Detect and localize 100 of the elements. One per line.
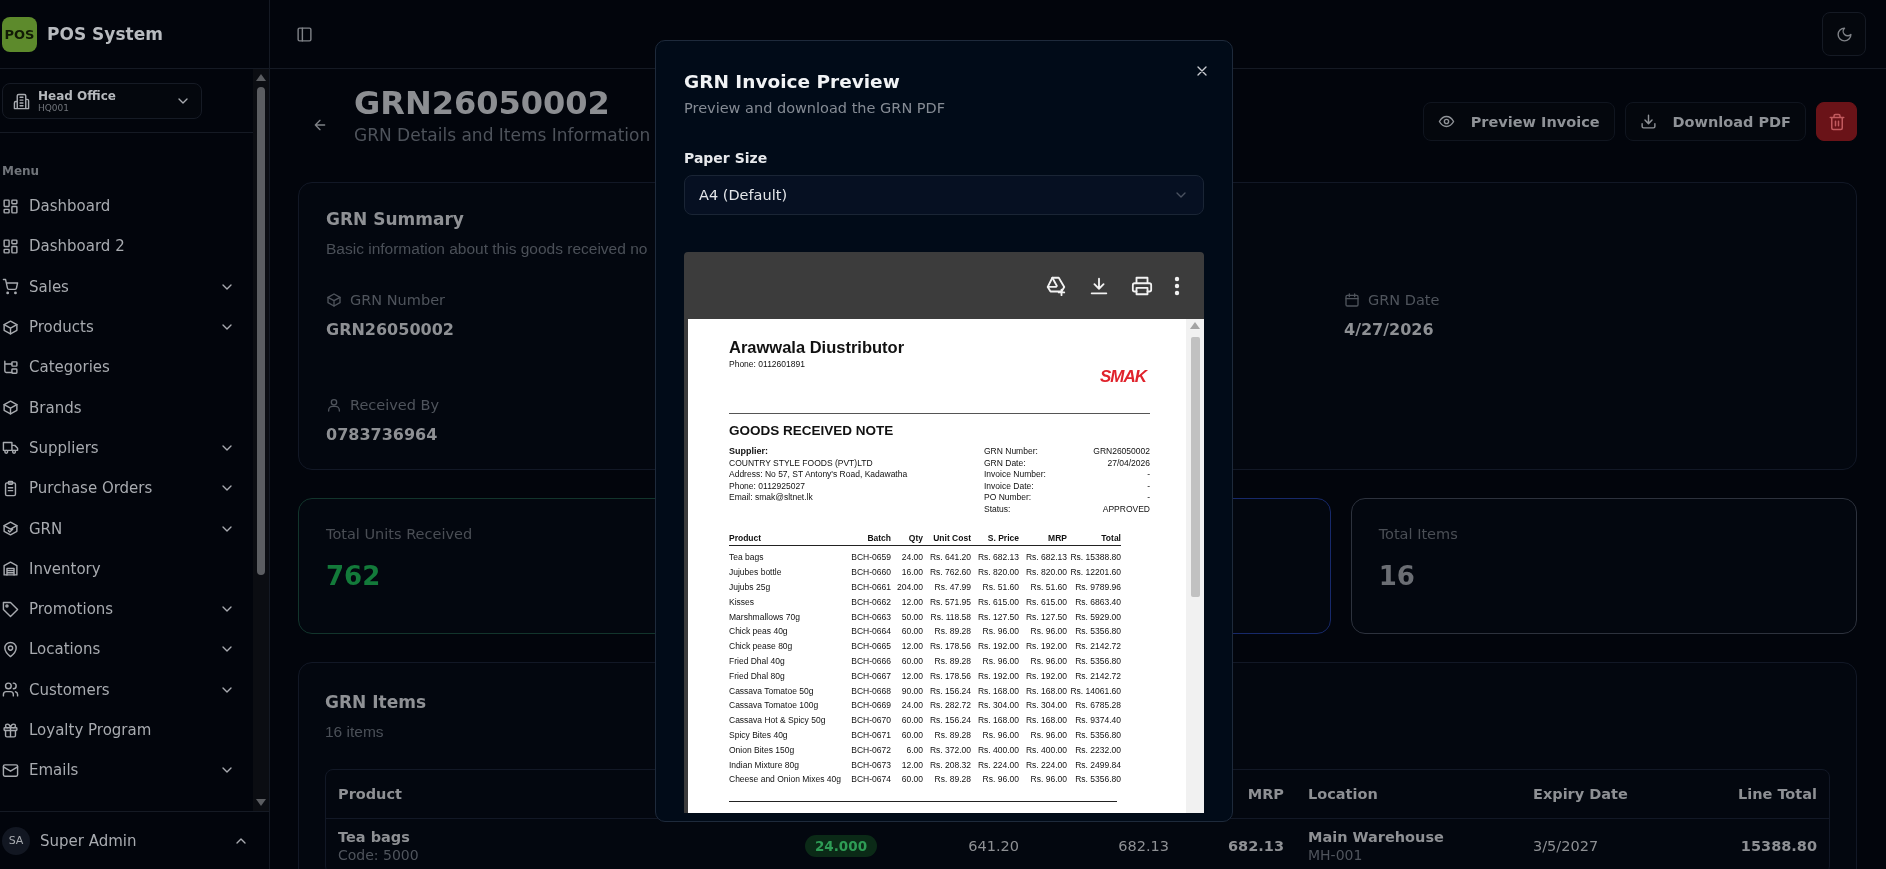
user-name[interactable]: Super Admin [40, 831, 223, 850]
more-menu-button[interactable] [1174, 275, 1180, 296]
pdf-table-cell-text: Fried Dhal 40g [729, 655, 786, 666]
branch-selector[interactable]: Head Office HQ001 [2, 83, 202, 119]
detail-label: Invoice Date: [984, 480, 1034, 492]
pdf-table-cell-text: Rs. 96.00 [981, 626, 1019, 637]
arrow-left-icon [312, 117, 328, 133]
pdf-table-cell-text: Rs. 820.00 [1024, 567, 1067, 578]
box-check-icon [2, 520, 19, 537]
pdf-table-cell-text: Rs. 5356.80 [1074, 774, 1121, 785]
pdf-table-cell-text: Rs. 96.00 [981, 655, 1019, 666]
delete-button[interactable] [1816, 102, 1857, 141]
more-vertical-icon [1174, 275, 1180, 296]
preview-invoice-button[interactable]: Preview Invoice [1422, 102, 1615, 141]
pdf-table-cell-text: Rs. 682.13 [1024, 552, 1067, 563]
scroll-down-icon[interactable] [256, 799, 266, 807]
supplier-label: Supplier: [729, 446, 768, 458]
product-name: Tea bags [338, 829, 411, 845]
pdf-table-cell-text: Rs. 96.00 [1029, 626, 1067, 637]
table-cell: 682.13 [1228, 838, 1284, 854]
pdf-table-cell-text: BCH-0670 [850, 715, 891, 726]
pdf-table-cell-text: Rs. 118.58 [929, 611, 971, 622]
pdf-table-cell-text: Rs. 400.00 [1024, 744, 1067, 755]
pdf-table-cell-text: 60.00 [900, 655, 923, 666]
pdf-table-cell-text: BCH-0674 [850, 774, 891, 785]
pdf-table-cell-text: 60.00 [900, 715, 923, 726]
card-subtitle: 16 items [325, 723, 384, 741]
drive-add-button[interactable] [1045, 274, 1067, 297]
sidebar-item[interactable]: Locations [0, 629, 253, 670]
detail-label: GRN Date: [984, 457, 1026, 469]
scroll-up-icon[interactable] [256, 73, 266, 81]
pdf-column-header: MRP [1047, 533, 1067, 543]
pdf-column-header: Unit Cost [932, 533, 971, 543]
back-button[interactable] [312, 117, 328, 133]
paper-size-select[interactable]: A4 (Default) [684, 175, 1204, 215]
sidebar-item[interactable]: Purchase Orders [0, 468, 253, 509]
theme-toggle-button[interactable] [1822, 12, 1866, 56]
menu-heading: Menu [1, 163, 41, 180]
supplier-detail: Email: smak@sltnet.lk [729, 492, 813, 504]
printer-icon [1131, 274, 1153, 297]
stat-value: 16 [1378, 561, 1415, 591]
sidebar-toggle-button[interactable] [296, 25, 313, 43]
eye-icon [1437, 113, 1455, 130]
pdf-table-cell-text: Tea bags [729, 552, 765, 563]
sidebar-item[interactable]: Loyalty Program [0, 709, 253, 751]
brand-logo: SMAK [1099, 367, 1146, 387]
sidebar-item[interactable]: Emails [0, 750, 253, 791]
print-button[interactable] [1131, 274, 1153, 297]
detail-label: PO Number: [984, 492, 1032, 504]
pdf-table-cell-text: BCH-0667 [850, 670, 891, 681]
detail-value: GRN26050002 [1093, 446, 1150, 458]
sidebar-item[interactable]: Dashboard 2 [0, 226, 253, 267]
pdf-table-cell-text: 204.00 [896, 582, 923, 592]
table-cell: 15388.80 [1740, 838, 1817, 854]
stat-value: 762 [326, 561, 381, 591]
page-title: GRN26050002 [354, 83, 610, 123]
pdf-table-cell-text: 60.00 [900, 774, 923, 785]
column-header: Line Total [1737, 786, 1817, 802]
column-header: Expiry Date [1533, 786, 1628, 802]
grid-icon [2, 197, 19, 215]
download-pdf-button[interactable]: Download PDF [1624, 102, 1806, 141]
pdf-table-cell-text: Rs. 47.99 [933, 582, 971, 592]
field-value: 4/27/2026 [1344, 320, 1434, 339]
sidebar-item[interactable]: Sales [0, 266, 253, 307]
pdf-table-cell-text: Rs. 168.00 [1024, 715, 1067, 726]
sidebar-item[interactable]: Inventory [0, 548, 253, 589]
pdf-table-cell-text: 60.00 [900, 626, 923, 637]
pdf-table-cell-text: Fried Dhal 80g [729, 670, 786, 681]
pdf-table-cell-text: Rs. 2232.00 [1074, 744, 1121, 755]
table-cell: 682.13 [1118, 838, 1169, 854]
sidebar-item[interactable]: Categories [0, 347, 253, 388]
sidebar-item[interactable]: GRN [0, 508, 253, 549]
sidebar-item[interactable]: Promotions [0, 588, 253, 630]
pdf-table-cell-text: Jujubs 25g [729, 582, 772, 592]
pdf-table-cell-text: Rs. 96.00 [1029, 774, 1067, 785]
pdf-table-cell-text: BCH-0665 [850, 641, 891, 652]
pdf-table-cell-text: BCH-0659 [850, 552, 891, 563]
pdf-table-cell-text: BCH-0671 [850, 729, 891, 740]
pdf-table-cell-text: Indian Mixture 80g [729, 759, 800, 770]
pdf-table-cell-text: Cassava Tomatoe 50g [729, 685, 815, 696]
sidebar-item[interactable]: Customers [0, 669, 253, 710]
pdf-table-cell-text: Rs. 51.60 [981, 582, 1019, 592]
pdf-scrollbar[interactable] [1186, 319, 1204, 813]
pdf-table-cell-text: 24.00 [900, 552, 923, 563]
pdf-table-cell-text: Rs. 192.00 [976, 670, 1019, 681]
sidebar-item[interactable]: Dashboard [0, 186, 253, 227]
pdf-table-cell-text: Rs. 6785.28 [1074, 700, 1121, 711]
pdf-table-cell-text: 12.00 [900, 670, 923, 681]
dialog-title: GRN Invoice Preview [684, 71, 900, 92]
box-icon [2, 318, 19, 336]
pdf-column-header: Batch [866, 533, 891, 543]
sidebar-item[interactable]: Brands [0, 387, 253, 428]
pdf-table-cell-text: Rs. 6863.40 [1074, 596, 1121, 607]
quantity-badge: 24.000 [804, 835, 878, 857]
box-icon [326, 292, 342, 308]
pdf-table-cell-text: Rs. 127.50 [1024, 611, 1067, 622]
sidebar-item[interactable]: Products [0, 306, 253, 348]
detail-value: - [1147, 480, 1150, 492]
scrollbar[interactable] [253, 69, 269, 811]
sidebar-item[interactable]: Suppliers [0, 427, 253, 469]
